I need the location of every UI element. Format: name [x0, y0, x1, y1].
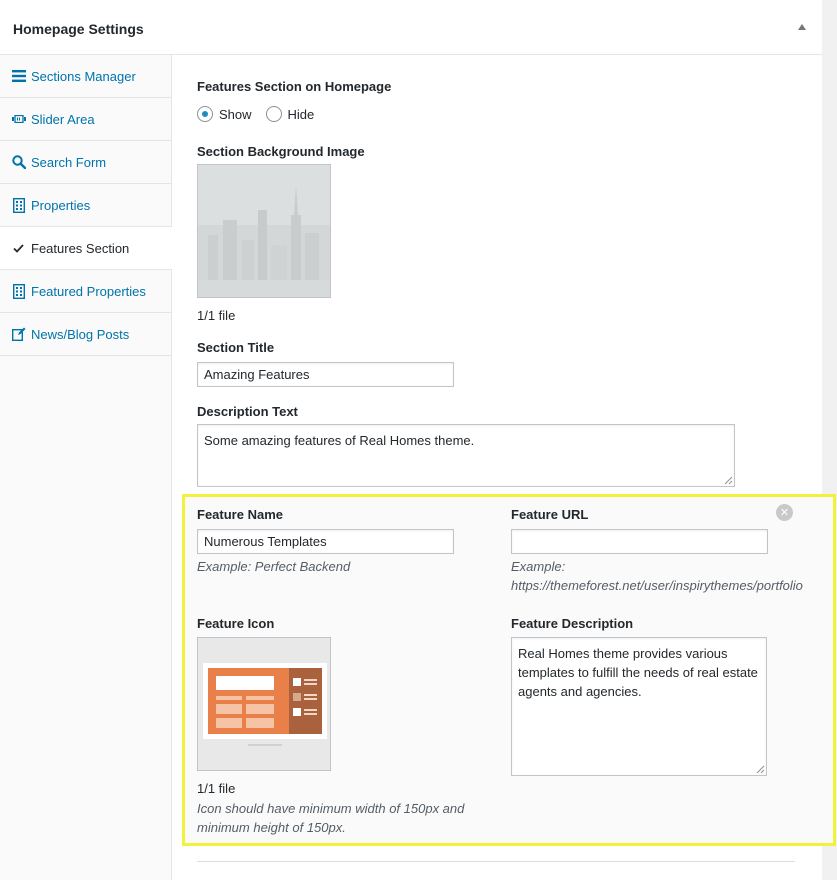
feature-name-hint: Example: Perfect Backend — [197, 559, 351, 574]
section-title-input[interactable]: Amazing Features — [197, 362, 454, 387]
menu-icon — [10, 70, 27, 82]
tab-slider-area[interactable]: Slider Area — [0, 98, 171, 141]
feature-description-label: Feature Description — [511, 616, 634, 631]
tab-label: Search Form — [31, 154, 107, 170]
feature-icon-thumbnail[interactable] — [197, 637, 331, 771]
edit-icon — [10, 327, 27, 341]
feature-name-input[interactable]: Numerous Templates — [197, 529, 454, 554]
main-content: Features Section on Homepage Show Hide S… — [172, 55, 836, 880]
resize-grip-icon[interactable] — [756, 765, 765, 774]
hide-radio[interactable] — [265, 106, 282, 122]
feature-url-hint-example: https://themeforest.net/user/inspirythem… — [511, 578, 803, 593]
tab-features-section[interactable]: Features Section — [0, 227, 172, 270]
description-text: Some amazing features of Real Homes them… — [204, 433, 475, 448]
tab-featured-properties[interactable]: Featured Properties — [0, 270, 171, 313]
feature-url-hint-prefix: Example: — [511, 559, 566, 574]
tab-search-form[interactable]: Search Form — [0, 141, 171, 184]
feature-name-label: Feature Name — [197, 507, 283, 522]
tab-label: Properties — [31, 197, 91, 213]
feature-description-textarea[interactable]: Real Homes theme provides various templa… — [511, 637, 767, 776]
tab-label: Sections Manager — [31, 68, 136, 84]
bg-file-count: 1/1 file — [197, 308, 236, 323]
icon-file-count: 1/1 file — [197, 781, 236, 796]
tab-label: News/Blog Posts — [31, 326, 130, 342]
icon-size-hint-line1: Icon should have minimum width of 150px … — [197, 801, 465, 816]
building-icon — [10, 283, 27, 299]
section-title-label: Section Title — [197, 340, 275, 355]
divider — [197, 861, 795, 862]
panel-header: Homepage Settings — [0, 0, 822, 55]
tab-label: Featured Properties — [31, 283, 146, 299]
collapse-arrow-icon[interactable] — [798, 24, 806, 30]
search-icon — [10, 155, 27, 169]
show-radio[interactable] — [197, 106, 213, 122]
slides-icon — [10, 115, 27, 123]
tab-sections-manager[interactable]: Sections Manager — [0, 55, 171, 98]
tab-label: Slider Area — [31, 111, 95, 127]
feature-url-input[interactable] — [511, 529, 768, 554]
remove-feature-icon[interactable]: ✕ — [776, 504, 793, 521]
sidebar: Sections Manager Slider Area Search Form… — [0, 55, 172, 880]
templates-illustration-image — [198, 638, 330, 770]
description-text-label: Description Text — [197, 404, 298, 419]
panel-title: Homepage Settings — [13, 21, 144, 37]
tab-label: Features Section — [31, 240, 130, 256]
description-textarea[interactable]: Some amazing features of Real Homes them… — [197, 424, 735, 487]
hide-radio-label[interactable]: Hide — [288, 107, 315, 122]
tab-properties[interactable]: Properties — [0, 184, 171, 227]
features-visibility-label: Features Section on Homepage — [197, 79, 392, 94]
bg-image-label: Section Background Image — [197, 144, 365, 159]
bg-image-thumbnail[interactable] — [197, 164, 331, 298]
feature-description-text: Real Homes theme provides various templa… — [518, 646, 758, 699]
building-icon — [10, 197, 27, 213]
visibility-radio-group: Show Hide — [197, 106, 328, 122]
icon-size-hint-line2: minimum height of 150px. — [197, 820, 346, 835]
feature-url-label: Feature URL — [511, 507, 589, 522]
show-radio-label[interactable]: Show — [219, 107, 252, 122]
resize-grip-icon[interactable] — [724, 476, 733, 485]
city-skyline-image — [198, 165, 330, 297]
tab-news-blog-posts[interactable]: News/Blog Posts — [0, 313, 171, 356]
check-icon — [10, 243, 27, 253]
feature-icon-label: Feature Icon — [197, 616, 275, 631]
